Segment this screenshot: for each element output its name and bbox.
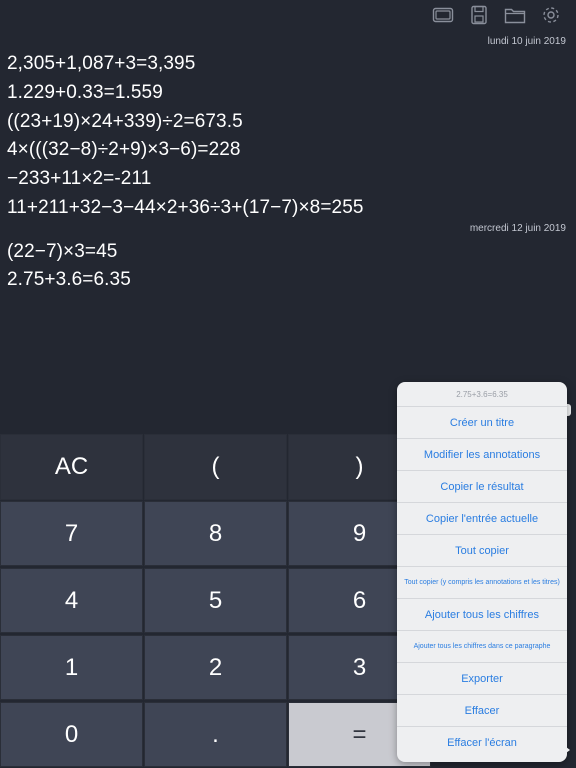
- menu-copy-result[interactable]: Copier le résultat: [397, 471, 567, 503]
- context-menu-header: 2.75+3.6=6.35: [397, 382, 567, 407]
- key-8[interactable]: 8: [144, 501, 287, 566]
- menu-copy-all[interactable]: Tout copier: [397, 535, 567, 567]
- history-line[interactable]: 4×(((32−8)÷2+9)×3−6)=228: [7, 139, 241, 161]
- menu-edit-annotations[interactable]: Modifier les annotations: [397, 439, 567, 471]
- key-0[interactable]: 0: [0, 702, 143, 767]
- ac-key[interactable]: AC: [0, 434, 143, 500]
- keypad: AC ( ) 7 8 9 4 5 6 1 2 3 0 . =: [0, 434, 432, 768]
- menu-add-numbers-in-paragraph[interactable]: Ajouter tous les chiffres dans ce paragr…: [397, 631, 567, 663]
- menu-clear-screen[interactable]: Effacer l'écran: [397, 727, 567, 759]
- open-paren-key[interactable]: (: [144, 434, 287, 500]
- menu-copy-current-entry[interactable]: Copier l'entrée actuelle: [397, 503, 567, 535]
- history-line[interactable]: 2,305+1,087+3=3,395: [7, 53, 195, 75]
- key-7[interactable]: 7: [0, 501, 143, 566]
- menu-delete[interactable]: Effacer: [397, 695, 567, 727]
- history-line[interactable]: 1.229+0.33=1.559: [7, 82, 163, 104]
- history-line[interactable]: −233+11×2=-211: [7, 168, 151, 190]
- menu-create-title[interactable]: Créer un titre: [397, 407, 567, 439]
- menu-copy-all-with-annotations[interactable]: Tout copier (y compris les annotations e…: [397, 567, 567, 599]
- calculation-history: lundi 10 juin 2019 2,305+1,087+3=3,395 1…: [0, 0, 576, 434]
- history-line[interactable]: 11+211+32−3−44×2+36÷3+(17−7)×8=255: [7, 197, 364, 219]
- key-2[interactable]: 2: [144, 635, 287, 700]
- key-1[interactable]: 1: [0, 635, 143, 700]
- history-date: mercredi 12 juin 2019: [469, 223, 566, 234]
- decimal-key[interactable]: .: [144, 702, 287, 767]
- history-date: lundi 10 juin 2019: [487, 36, 566, 47]
- key-4[interactable]: 4: [0, 568, 143, 633]
- menu-export[interactable]: Exporter: [397, 663, 567, 695]
- history-line[interactable]: (22−7)×3=45: [7, 241, 117, 263]
- history-line[interactable]: 2.75+3.6=6.35: [7, 269, 131, 291]
- context-menu: 2.75+3.6=6.35 Créer un titre Modifier le…: [397, 382, 567, 762]
- key-5[interactable]: 5: [144, 568, 287, 633]
- history-line[interactable]: ((23+19)×24+339)÷2=673.5: [7, 111, 243, 133]
- popup-tail: [562, 744, 570, 756]
- menu-add-all-numbers[interactable]: Ajouter tous les chiffres: [397, 599, 567, 631]
